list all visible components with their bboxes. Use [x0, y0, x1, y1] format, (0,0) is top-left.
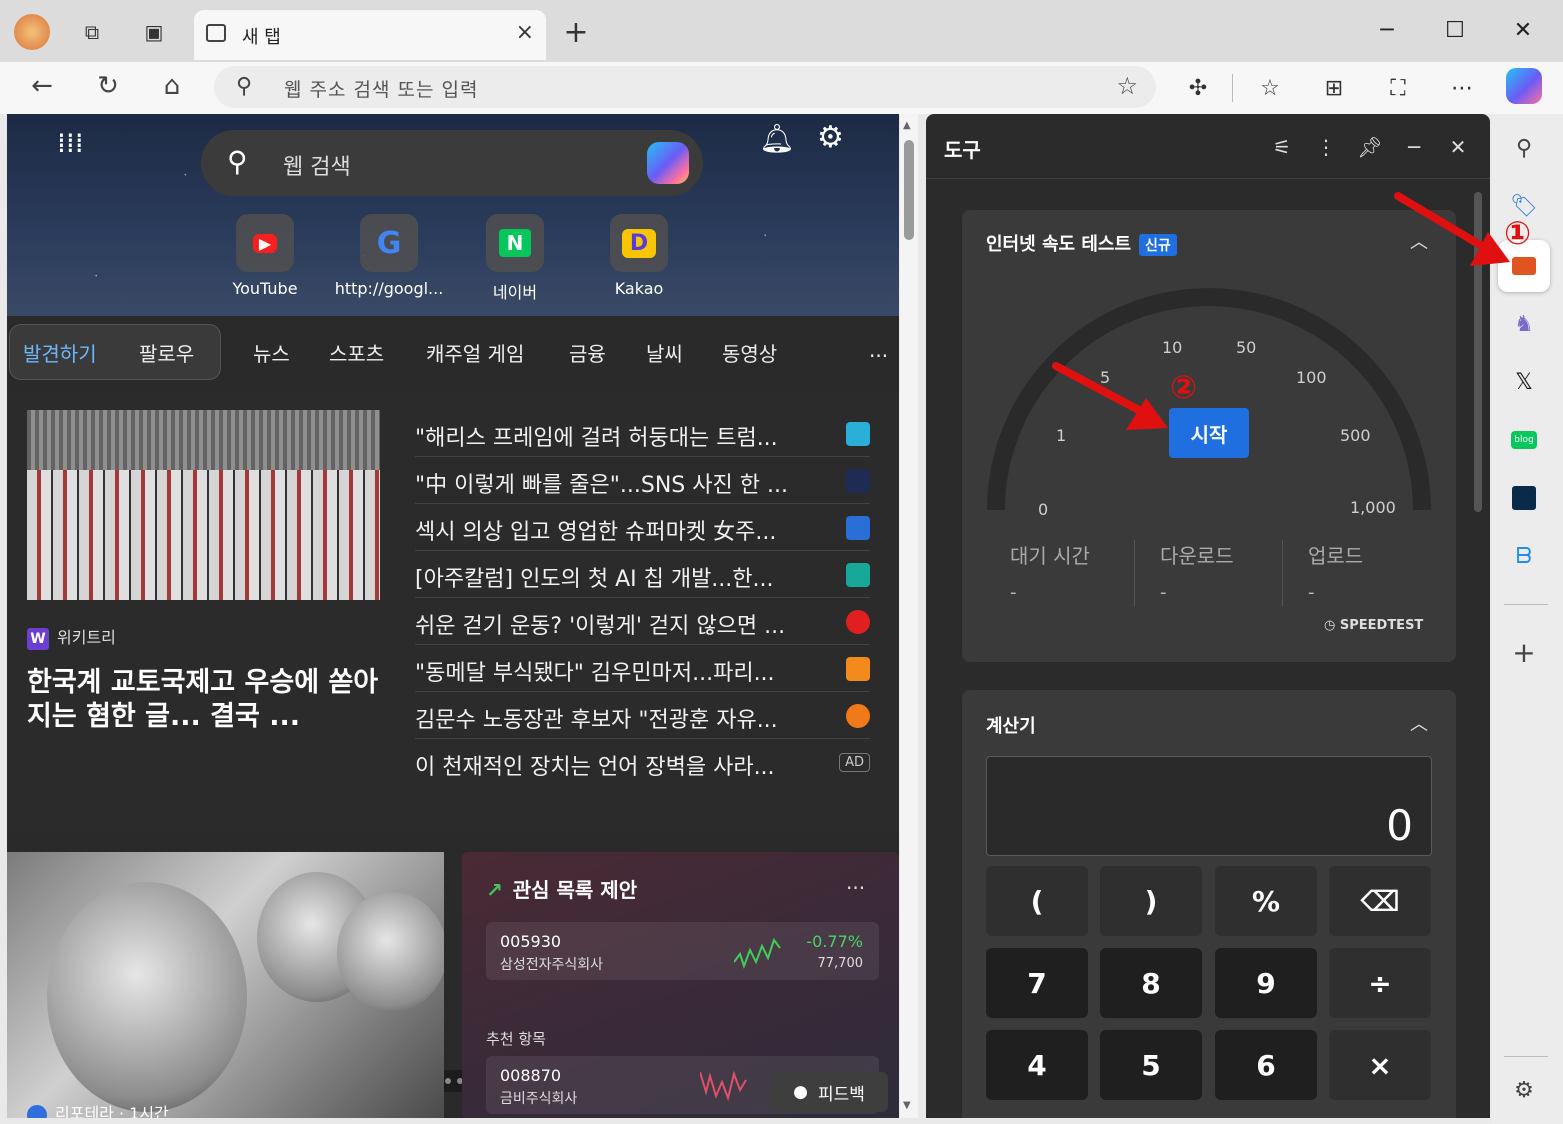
quicklink-youtube[interactable]: ▶ YouTube — [210, 214, 320, 298]
publisher-logo-icon — [27, 1104, 47, 1118]
google-icon: G — [360, 214, 418, 272]
naver-icon: N — [486, 214, 544, 272]
feedback-icon: ● — [793, 1082, 808, 1102]
photo-caption-text: 리포테라 · 1시간 — [55, 1104, 169, 1118]
photo-caption: 리포테라 · 1시간 — [27, 1100, 169, 1118]
feedback-label: 피드백 — [817, 1084, 865, 1105]
quicklink-google[interactable]: G http://googl... — [334, 214, 444, 298]
notification-bell-icon[interactable]: 🔔︎ — [759, 122, 795, 155]
web-search-box[interactable]: ⚲ 웹 검색 — [201, 130, 703, 196]
kakao-icon: D — [610, 214, 668, 272]
quicklink-label: http://googl... — [334, 279, 444, 298]
annotation-one: ① — [1504, 214, 1532, 252]
copilot-icon[interactable] — [647, 142, 689, 184]
youtube-icon: ▶ — [236, 214, 294, 272]
quicklink-label: 네이버 — [492, 283, 538, 302]
web-search-placeholder: 웹 검색 — [283, 155, 351, 180]
quicklink-label: YouTube — [232, 279, 298, 298]
quicklink-kakao[interactable]: D Kakao — [584, 214, 694, 298]
quicklink-naver[interactable]: N 네이버 — [460, 214, 570, 303]
app-launcher-icon[interactable]: ⁞⁞⁞ — [57, 126, 84, 159]
search-icon: ⚲ — [227, 145, 248, 178]
annotation-two: ② — [1170, 368, 1198, 406]
settings-gear-icon[interactable]: ⚙ — [817, 120, 844, 155]
quicklink-label: Kakao — [614, 279, 664, 298]
feedback-button[interactable]: ● 피드백 — [770, 1072, 888, 1112]
